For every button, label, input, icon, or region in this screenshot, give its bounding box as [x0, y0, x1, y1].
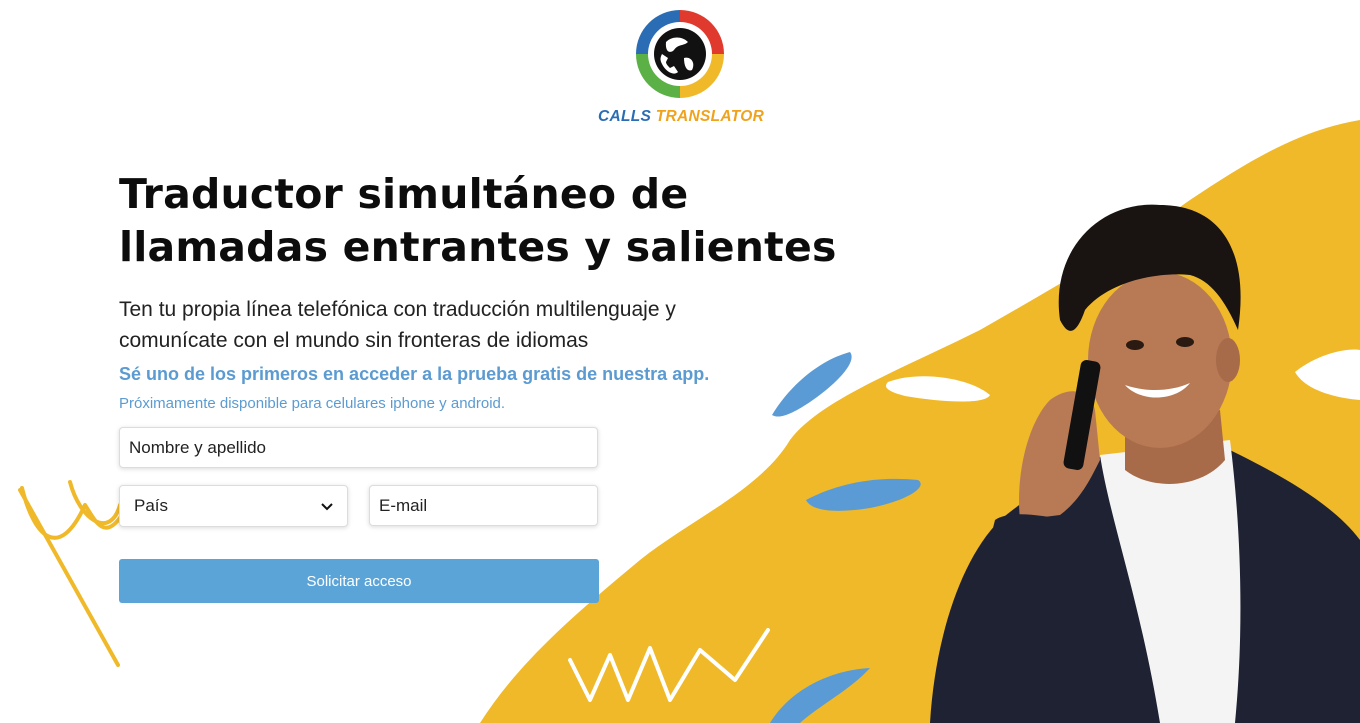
- subtitle-line1: Ten tu propia línea telefónica con tradu…: [119, 298, 676, 321]
- brand-name-part1: CALLS: [598, 108, 652, 125]
- hero-section: Traductor simultáneo de llamadas entrant…: [119, 168, 839, 412]
- brand-name: CALLS TRANSLATOR: [598, 108, 765, 126]
- headline-line2: llamadas entrantes y salientes: [119, 223, 837, 271]
- globe-phone-logo-icon: [636, 10, 724, 98]
- availability-text: Próximamente disponible para celulares i…: [119, 395, 506, 412]
- country-email-row: País: [119, 485, 599, 527]
- brand-name-part2: TRANSLATOR: [655, 108, 765, 125]
- subtitle-line2: comunícate con el mundo sin fronteras de…: [119, 329, 589, 352]
- name-field[interactable]: [119, 427, 598, 468]
- brand-logo[interactable]: CALLS TRANSLATOR: [598, 6, 765, 130]
- page-title: Traductor simultáneo de llamadas entrant…: [119, 168, 839, 274]
- country-select-value: País: [134, 496, 169, 515]
- cta-text: Sé uno de los primeros en acceder a la p…: [119, 364, 710, 384]
- yellow-scribble: [18, 480, 127, 667]
- email-field[interactable]: [369, 485, 598, 526]
- country-select[interactable]: País: [119, 485, 348, 527]
- hero-subtitle: Ten tu propia línea telefónica con tradu…: [119, 294, 719, 356]
- signup-form: País Solicitar acceso: [119, 427, 599, 603]
- headline-line1: Traductor simultáneo de: [119, 170, 689, 218]
- request-access-button[interactable]: Solicitar acceso: [119, 559, 599, 603]
- chevron-down-icon: [321, 499, 333, 514]
